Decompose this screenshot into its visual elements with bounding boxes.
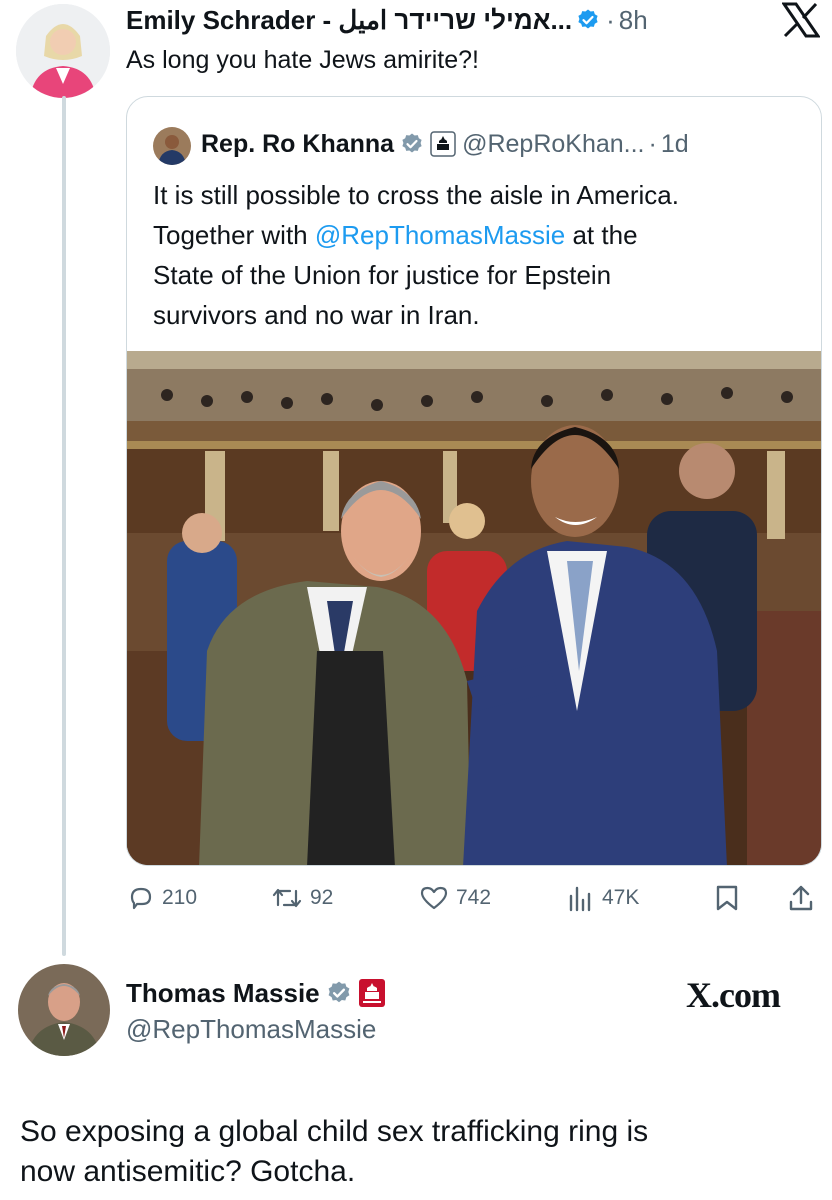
verified-badge-icon <box>578 9 598 29</box>
avatar-thomas-massie[interactable] <box>18 964 110 1056</box>
verified-badge-icon <box>328 981 350 1003</box>
brand-watermark: X.com <box>686 975 781 1015</box>
share-icon[interactable] <box>788 884 814 912</box>
views-button[interactable]: 47K <box>568 880 639 916</box>
bottom-post-handle[interactable]: @RepThomasMassie <box>126 1014 376 1045</box>
thread-connector-line <box>62 96 66 956</box>
x-logo-icon[interactable] <box>782 2 820 38</box>
repost-count: 92 <box>310 886 334 909</box>
quoted-tweet-handle[interactable]: @RepRoKhan... <box>462 130 644 159</box>
quoted-text-prefix: Together with <box>153 220 315 250</box>
like-count: 742 <box>456 886 492 909</box>
repost-icon <box>272 888 302 908</box>
separator-dot: · <box>648 129 657 158</box>
quoted-tweet-author-name[interactable]: Rep. Ro Khanna <box>201 130 394 159</box>
quoted-tweet-text: It is still possible to cross the aisle … <box>153 175 679 335</box>
quoted-tweet-line-3: State of the Union for justice for Epste… <box>153 260 612 290</box>
like-button[interactable]: 742 <box>420 880 491 916</box>
bottom-post-line-1: So exposing a global child sex trafficki… <box>20 1115 649 1148</box>
bottom-post-text: So exposing a global child sex trafficki… <box>20 1112 648 1192</box>
mention-link[interactable]: @RepThomasMassie <box>315 220 565 250</box>
repost-button[interactable]: 92 <box>272 880 333 916</box>
quoted-text-suffix: at the <box>565 220 638 250</box>
verified-badge-icon <box>402 133 422 153</box>
bottom-post-header: Thomas Massie <box>126 976 386 1010</box>
reply-button[interactable]: 210 <box>128 880 197 916</box>
top-tweet-author-name[interactable]: Emily Schrader - אמילי שריידר اميل... <box>126 5 572 36</box>
bottom-post-author-name[interactable]: Thomas Massie <box>126 978 320 1009</box>
reply-icon <box>130 887 152 910</box>
quoted-tweet-line-2: Together with @RepThomasMassie at the <box>153 215 679 255</box>
top-tweet-text: As long you hate Jews amirite?! <box>126 46 479 74</box>
capitol-badge-icon <box>430 131 456 157</box>
attached-photo[interactable] <box>127 351 822 866</box>
views-count: 47K <box>602 886 640 909</box>
reply-count: 210 <box>162 886 198 909</box>
avatar-emily-schrader[interactable] <box>16 4 110 98</box>
quoted-tweet-header: Rep. Ro Khanna @RepRoKhan... · 1d <box>201 127 689 161</box>
quoted-tweet-line-1: It is still possible to cross the aisle … <box>153 180 679 210</box>
top-tweet-header: Emily Schrader - אמילי שריידר اميل... · … <box>126 4 648 36</box>
bottom-post-line-2: now antisemitic? Gotcha. <box>20 1155 356 1188</box>
top-tweet-timestamp[interactable]: 8h <box>619 5 648 36</box>
bookmark-icon[interactable] <box>714 884 740 912</box>
quoted-tweet-timestamp[interactable]: 1d <box>661 130 689 159</box>
like-icon <box>420 886 448 910</box>
quoted-tweet-card[interactable]: Rep. Ro Khanna @RepRoKhan... · 1d It is … <box>126 96 822 866</box>
views-icon <box>569 886 591 912</box>
capitol-badge-icon <box>358 979 385 1007</box>
avatar-ro-khanna[interactable] <box>153 127 191 165</box>
quoted-tweet-line-4: survivors and no war in Iran. <box>153 300 480 330</box>
separator-dot: · <box>606 4 615 35</box>
